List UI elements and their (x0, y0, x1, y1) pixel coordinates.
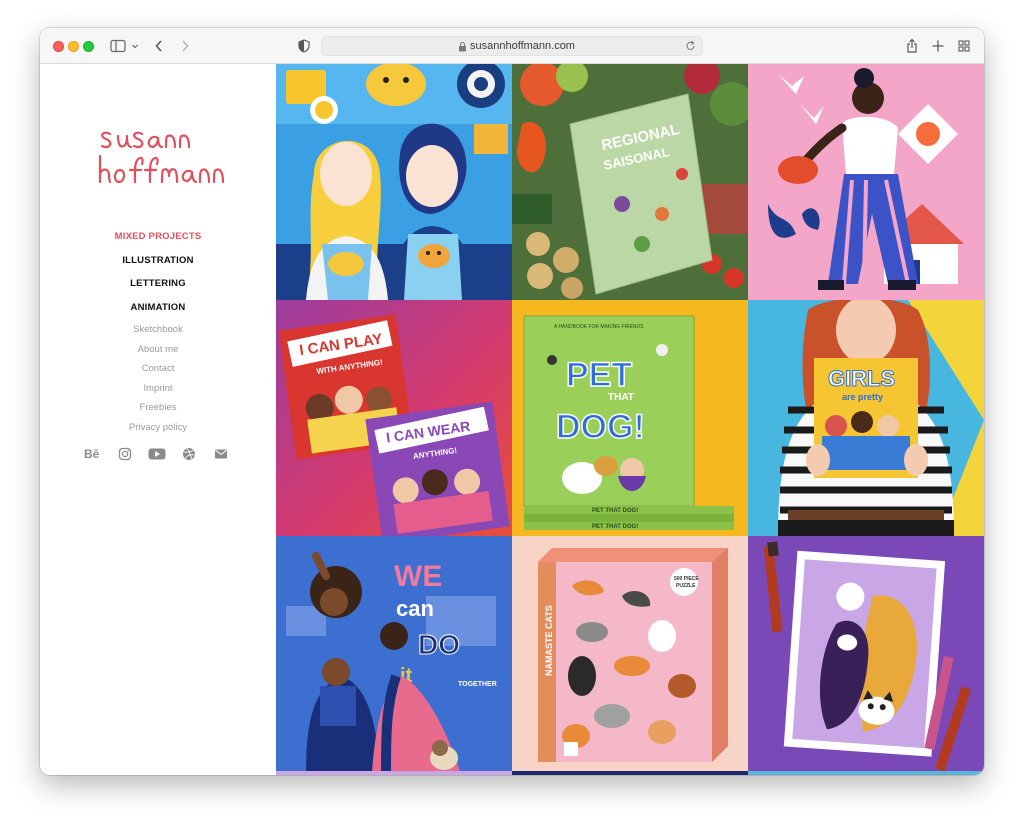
nav-item-freebies[interactable]: Freebies (40, 401, 276, 421)
handwritten-logo-graphic (98, 131, 225, 184)
share-icon[interactable] (906, 37, 918, 55)
portfolio-tile-regional-seasonal[interactable]: REGIONAL SAISONAL (512, 64, 748, 300)
portfolio-tile-girls-are-pretty[interactable]: GIRLS are pretty (748, 300, 984, 536)
nav-item-privacy-policy[interactable]: Privacy policy (40, 421, 276, 441)
site-logo[interactable] (80, 112, 240, 192)
portfolio-tile-pet-that-dog[interactable]: A HANDBOOK FOR MAKING FRIENDS PET THAT D… (512, 300, 748, 536)
girls-are-pretty-book-photo: GIRLS are pretty (748, 300, 984, 536)
vegetables-puzzle-photo: REGIONAL SAISONAL (512, 64, 748, 300)
new-tab-icon[interactable] (932, 37, 944, 55)
portfolio-tile-i-can-play[interactable]: I CAN PLAY WITH ANYTHING! I CAN WEAR ANY… (276, 300, 512, 536)
svg-text:PUZZLE: PUZZLE (676, 583, 696, 589)
portfolio-tile-we-can-do-it[interactable]: WE can DO it TOGETHER (276, 536, 512, 772)
nav-item-imprint[interactable]: Imprint (40, 382, 276, 402)
dog-print-photo (748, 536, 984, 772)
nav-item-sketchbook[interactable]: Sketchbook (40, 323, 276, 343)
dribbble-icon[interactable] (182, 446, 196, 467)
that-text: THAT (608, 392, 634, 403)
nav-item-animation[interactable]: ANIMATION (40, 301, 276, 325)
can-text: can (396, 596, 434, 621)
address-bar[interactable]: susannhoffmann.com (321, 36, 703, 56)
namaste-cats-spine: NAMASTE CATS (544, 605, 554, 676)
zoom-window-button[interactable] (83, 41, 94, 52)
we-text: WE (394, 560, 442, 593)
guinea-pig-illustration (276, 64, 512, 300)
portfolio-tile-guinea-pig-illustration[interactable] (276, 64, 512, 300)
youtube-icon[interactable] (148, 446, 166, 467)
secondary-navigation: Sketchbook About me Contact Imprint Free… (40, 323, 276, 440)
tab-overview-icon[interactable] (958, 37, 970, 55)
together-text: TOGETHER (458, 681, 497, 688)
chevron-down-icon[interactable] (131, 37, 139, 55)
pet-text: PET (566, 356, 632, 394)
nav-item-lettering[interactable]: LETTERING (40, 277, 276, 301)
mail-icon[interactable] (214, 446, 228, 467)
social-links: Bē (84, 446, 234, 462)
pet-that-dog-book-photo: A HANDBOOK FOR MAKING FRIENDS PET THAT D… (512, 300, 748, 536)
site-sidebar: MIXED PROJECTS ILLUSTRATION LETTERING AN… (40, 64, 276, 775)
svg-text:PET THAT DOG!: PET THAT DOG! (592, 524, 638, 530)
browser-toolbar: susannhoffmann.com (40, 28, 984, 64)
sidebar-toggle-icon[interactable] (110, 37, 126, 55)
nav-item-about-me[interactable]: About me (40, 343, 276, 363)
i-can-play-books-photo: I CAN PLAY WITH ANYTHING! I CAN WEAR ANY… (276, 300, 512, 536)
nav-item-illustration[interactable]: ILLUSTRATION (40, 254, 276, 278)
puzzle-count-text: 500 PIECE (674, 576, 699, 582)
do-text: DO (418, 629, 460, 660)
spine-text: PET THAT DOG! (592, 508, 638, 514)
portfolio-tile-woman-walking[interactable] (748, 64, 984, 300)
girls-text: GIRLS (828, 366, 895, 391)
woman-walking-illustration (748, 64, 984, 300)
svg-text:A HANDBOOK FOR MAKING FRIENDS: A HANDBOOK FOR MAKING FRIENDS (554, 324, 644, 330)
are-pretty-text: are pretty (842, 392, 883, 402)
portfolio-tile-namaste-cats[interactable]: NAMASTE CATS 500 PIECE PUZZLE (512, 536, 748, 772)
instagram-icon[interactable] (118, 446, 132, 467)
namaste-cats-puzzle-photo: NAMASTE CATS 500 PIECE PUZZLE (512, 536, 748, 772)
portfolio-tile-dog-print[interactable] (748, 536, 984, 772)
behance-icon[interactable]: Bē (84, 446, 99, 462)
minimize-window-button[interactable] (68, 41, 79, 52)
browser-window: susannhoffmann.com MIXED PROJECTS ILLUST… (40, 28, 984, 775)
next-row-preview (276, 771, 984, 775)
main-navigation: MIXED PROJECTS ILLUSTRATION LETTERING AN… (40, 230, 276, 324)
nav-item-mixed-projects[interactable]: MIXED PROJECTS (40, 230, 276, 254)
url-text: susannhoffmann.com (470, 40, 575, 52)
back-arrow-icon[interactable] (154, 37, 164, 55)
lock-icon (459, 41, 466, 52)
dog-text: DOG! (556, 408, 645, 446)
forward-arrow-icon[interactable] (180, 37, 190, 55)
privacy-shield-icon[interactable] (298, 37, 310, 55)
close-window-button[interactable] (53, 41, 64, 52)
portfolio-grid: REGIONAL SAISONAL I CAN PLAY WITH ANYTHI… (276, 64, 984, 775)
reload-icon[interactable] (685, 40, 696, 52)
nav-item-contact[interactable]: Contact (40, 362, 276, 382)
we-can-do-it-illustration: WE can DO it TOGETHER (276, 536, 512, 772)
